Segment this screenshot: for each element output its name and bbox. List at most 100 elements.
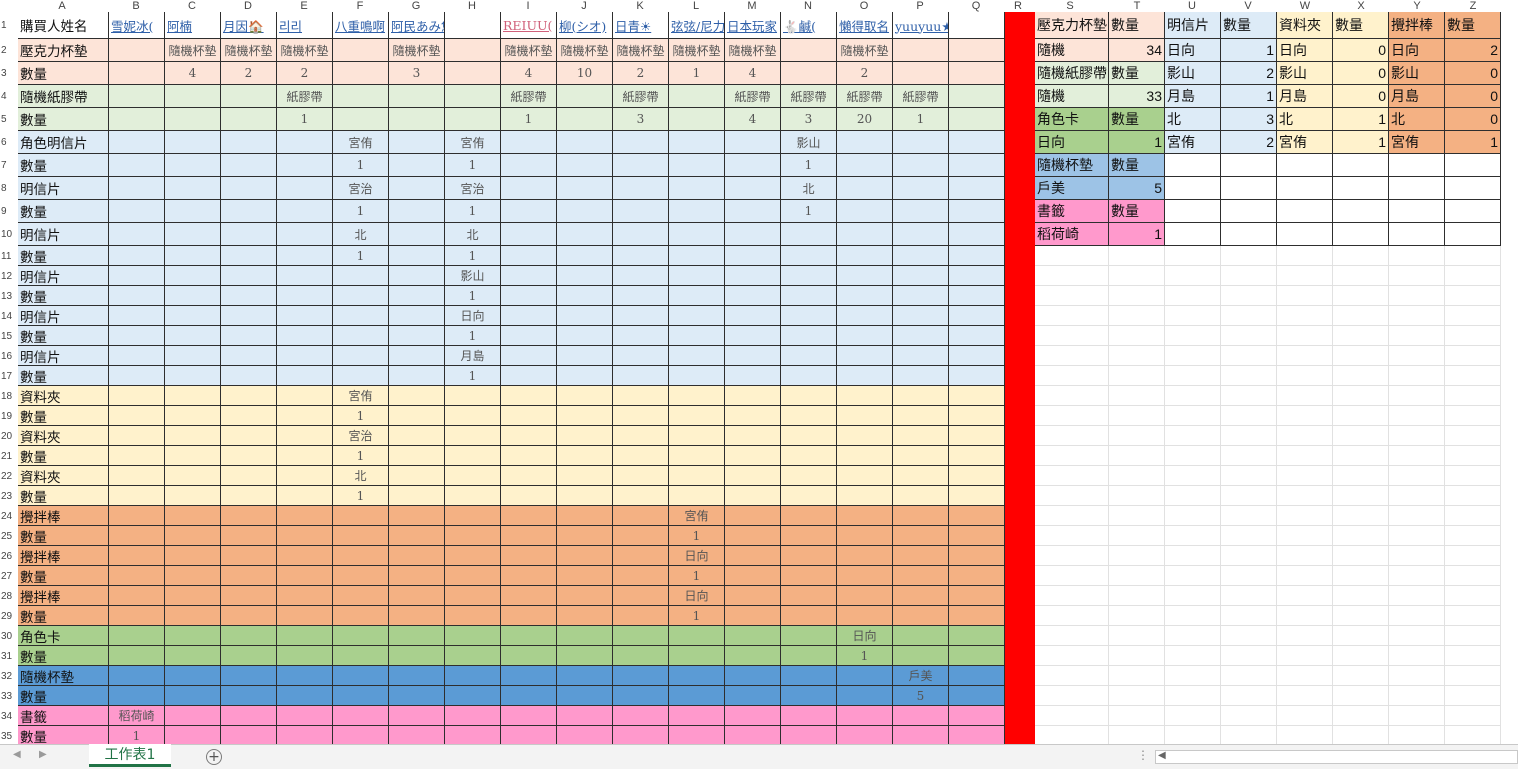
empty-cell[interactable] <box>1165 626 1221 646</box>
empty-cell[interactable] <box>1221 266 1277 286</box>
empty-cell[interactable] <box>1445 426 1501 446</box>
cell-g33[interactable] <box>389 686 445 706</box>
cell-p24[interactable] <box>893 506 949 526</box>
empty-cell[interactable] <box>1333 586 1389 606</box>
cell-d25[interactable] <box>221 526 277 546</box>
summary-y6[interactable]: 宮侑 <box>1389 131 1445 154</box>
cell-m11[interactable] <box>725 246 781 266</box>
cell-k34[interactable] <box>613 706 669 726</box>
empty-cell[interactable] <box>1277 506 1333 526</box>
empty-cell[interactable] <box>1333 506 1389 526</box>
summary-empty-v8[interactable] <box>1221 177 1277 200</box>
cell-i35[interactable] <box>501 726 557 744</box>
cell-e21[interactable] <box>277 446 333 466</box>
cell-o31[interactable]: 1 <box>837 646 893 666</box>
cell-m3[interactable]: 4 <box>725 62 781 85</box>
empty-cell[interactable] <box>1165 346 1221 366</box>
cell-n10[interactable] <box>781 223 837 246</box>
cell-m34[interactable] <box>725 706 781 726</box>
column-header-x[interactable]: X <box>1351 0 1371 12</box>
cell-g31[interactable] <box>389 646 445 666</box>
empty-cell[interactable] <box>1035 606 1109 626</box>
cell-k35[interactable] <box>613 726 669 744</box>
cell-h13[interactable]: 1 <box>445 286 501 306</box>
cell-g2[interactable]: 隨機杯墊 <box>389 39 445 62</box>
cell-p23[interactable] <box>893 486 949 506</box>
column-header-k[interactable]: K <box>630 0 650 12</box>
cell-h29[interactable] <box>445 606 501 626</box>
empty-cell[interactable] <box>1035 706 1109 726</box>
cell-h4[interactable] <box>445 85 501 108</box>
cell-k7[interactable] <box>613 154 669 177</box>
empty-cell[interactable] <box>1389 566 1445 586</box>
summary-x1[interactable]: 數量 <box>1333 12 1389 39</box>
cell-e10[interactable] <box>277 223 333 246</box>
cell-j26[interactable] <box>557 546 613 566</box>
cell-o17[interactable] <box>837 366 893 386</box>
cell-h34[interactable] <box>445 706 501 726</box>
cell-b17[interactable] <box>109 366 165 386</box>
summary-x5[interactable]: 1 <box>1333 108 1389 131</box>
summary-v1[interactable]: 數量 <box>1221 12 1277 39</box>
cell-a35[interactable]: 數量 <box>18 726 109 744</box>
cell-l20[interactable] <box>669 426 725 446</box>
cell-f18[interactable]: 宮侑 <box>333 386 389 406</box>
row-header[interactable]: 9 <box>0 205 18 218</box>
empty-cell[interactable] <box>1221 486 1277 506</box>
cell-a34[interactable]: 書籤 <box>18 706 109 726</box>
summary-v2[interactable]: 1 <box>1221 39 1277 62</box>
summary-empty-w7[interactable] <box>1277 154 1333 177</box>
cell-i16[interactable] <box>501 346 557 366</box>
cell-b34[interactable]: 稻荷崎 <box>109 706 165 726</box>
cell-j30[interactable] <box>557 626 613 646</box>
cell-l27[interactable]: 1 <box>669 566 725 586</box>
cell-j12[interactable] <box>557 266 613 286</box>
cell-c11[interactable] <box>165 246 221 266</box>
cell-m20[interactable] <box>725 426 781 446</box>
cell-a25[interactable]: 數量 <box>18 526 109 546</box>
empty-cell[interactable] <box>1165 266 1221 286</box>
empty-cell[interactable] <box>1109 686 1165 706</box>
cell-c1[interactable]: 阿楠 <box>165 12 221 39</box>
cell-f10[interactable]: 北 <box>333 223 389 246</box>
summary-x3[interactable]: 0 <box>1333 62 1389 85</box>
cell-i25[interactable] <box>501 526 557 546</box>
cell-e14[interactable] <box>277 306 333 326</box>
row-header[interactable]: 6 <box>0 136 18 149</box>
column-header-z[interactable]: Z <box>1463 0 1483 12</box>
cell-q9[interactable] <box>949 200 1005 223</box>
cell-l12[interactable] <box>669 266 725 286</box>
cell-m21[interactable] <box>725 446 781 466</box>
summary-u1[interactable]: 明信片 <box>1165 12 1221 39</box>
cell-f27[interactable] <box>333 566 389 586</box>
cell-g19[interactable] <box>389 406 445 426</box>
empty-cell[interactable] <box>1445 406 1501 426</box>
summary-u3[interactable]: 影山 <box>1165 62 1221 85</box>
cell-a4[interactable]: 隨機紙膠帶 <box>18 85 109 108</box>
cell-a1[interactable]: 購買人姓名 <box>18 12 109 39</box>
empty-cell[interactable] <box>1221 286 1277 306</box>
cell-i29[interactable] <box>501 606 557 626</box>
cell-d29[interactable] <box>221 606 277 626</box>
cell-j8[interactable] <box>557 177 613 200</box>
cell-n5[interactable]: 3 <box>781 108 837 131</box>
cell-h9[interactable]: 1 <box>445 200 501 223</box>
cell-e34[interactable] <box>277 706 333 726</box>
cell-b16[interactable] <box>109 346 165 366</box>
cell-i6[interactable] <box>501 131 557 154</box>
empty-cell[interactable] <box>1277 406 1333 426</box>
row-header[interactable]: 21 <box>0 450 18 463</box>
cell-j28[interactable] <box>557 586 613 606</box>
cell-m5[interactable]: 4 <box>725 108 781 131</box>
cell-f31[interactable] <box>333 646 389 666</box>
row-header[interactable]: 7 <box>0 159 18 172</box>
empty-cell[interactable] <box>1445 446 1501 466</box>
cell-d34[interactable] <box>221 706 277 726</box>
cell-p21[interactable] <box>893 446 949 466</box>
empty-cell[interactable] <box>1035 346 1109 366</box>
cell-k13[interactable] <box>613 286 669 306</box>
empty-cell[interactable] <box>1035 486 1109 506</box>
empty-cell[interactable] <box>1035 546 1109 566</box>
cell-c6[interactable] <box>165 131 221 154</box>
cell-f4[interactable] <box>333 85 389 108</box>
